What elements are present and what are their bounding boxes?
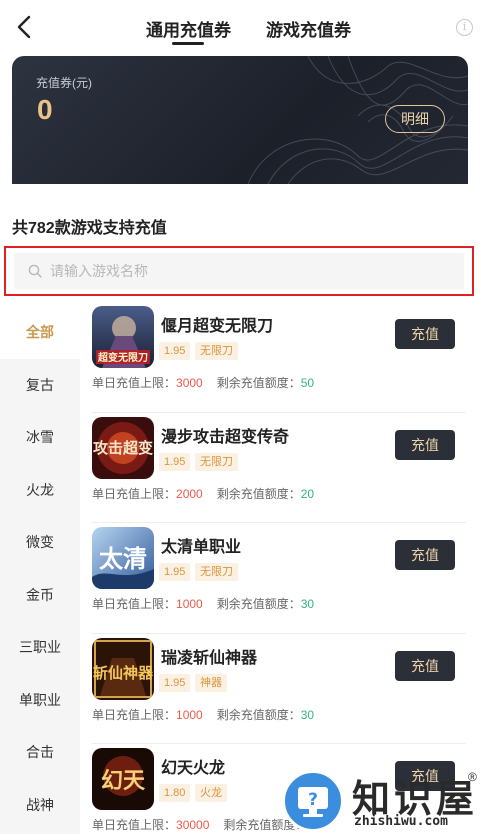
daily-limit-label: 单日充值上限： bbox=[92, 818, 177, 832]
search-input[interactable] bbox=[50, 253, 450, 289]
game-row[interactable]: 超变无限刀 偃月超变无限刀 1.95 无限刀 充值 单日充值上限：3000 剩余充… bbox=[92, 302, 466, 413]
discount-tag: 1.95 bbox=[159, 673, 191, 692]
keyword-tag: 神器 bbox=[195, 673, 227, 692]
remaining-value: 30 bbox=[300, 597, 315, 611]
games-count-title: 共782款游戏支持充值 bbox=[12, 220, 167, 237]
site-watermark: ? 知识屋 ® zhishiwu.com bbox=[282, 768, 480, 834]
charge-button[interactable]: 充值 bbox=[395, 429, 455, 460]
daily-limit-label: 单日充值上限： bbox=[92, 486, 177, 501]
game-icon-image[interactable]: 超变无限刀 bbox=[92, 306, 154, 368]
sidebar-item-all[interactable]: 全部 bbox=[0, 306, 80, 359]
voucher-balance-value: 0 bbox=[37, 94, 53, 125]
remaining-value: 20 bbox=[300, 486, 315, 501]
sidebar-item-micro-change[interactable]: 微变 bbox=[0, 516, 80, 569]
watermark-url: zhishiwu.com bbox=[354, 814, 448, 829]
remaining-label: 剩余充值额度： bbox=[216, 486, 301, 501]
top-bar: 通用充值券 游戏充值券 i bbox=[0, 0, 480, 54]
tab-game-voucher[interactable]: 游戏充值券 bbox=[266, 16, 351, 41]
sidebar-item-retro[interactable]: 复古 bbox=[0, 359, 80, 412]
registered-mark: ® bbox=[468, 770, 477, 784]
info-icon[interactable]: i bbox=[456, 19, 473, 36]
sidebar-item-three-class[interactable]: 三职业 bbox=[0, 621, 80, 674]
remaining-label: 剩余充值额度： bbox=[216, 597, 301, 611]
limit-info: 单日充值上限：1000 剩余充值额度：30 bbox=[92, 706, 314, 723]
game-name: 幻天火龙 bbox=[161, 760, 226, 777]
game-list: 超变无限刀 偃月超变无限刀 1.95 无限刀 充值 单日充值上限：3000 剩余充… bbox=[80, 302, 480, 834]
remaining-value: 50 bbox=[300, 376, 315, 390]
discount-tag: 1.80 bbox=[159, 784, 191, 802]
discount-tag: 1.95 bbox=[159, 452, 191, 471]
discount-tag: 1.95 bbox=[159, 342, 191, 360]
game-name: 瑞凌斩仙神器 bbox=[161, 649, 258, 667]
svg-text:超变无限刀: 超变无限刀 bbox=[97, 351, 148, 364]
keyword-tag: 火龙 bbox=[195, 784, 227, 802]
back-button[interactable] bbox=[14, 14, 36, 40]
svg-text:攻击超变: 攻击超变 bbox=[93, 439, 153, 457]
daily-limit-value: 30000 bbox=[176, 818, 210, 832]
detail-button[interactable]: 明细 bbox=[385, 105, 445, 133]
charge-button[interactable]: 充值 bbox=[395, 540, 455, 570]
chevron-left-icon bbox=[17, 15, 31, 39]
daily-limit-value: 2000 bbox=[176, 486, 203, 501]
daily-limit-label: 单日充值上限： bbox=[92, 597, 177, 611]
keyword-tag: 无限刀 bbox=[195, 452, 238, 471]
daily-limit-value: 1000 bbox=[176, 707, 203, 722]
sidebar-item-gold[interactable]: 金币 bbox=[0, 569, 80, 622]
game-icon-image[interactable]: 斩仙神器 bbox=[92, 637, 154, 700]
daily-limit-label: 单日充值上限： bbox=[92, 376, 177, 390]
svg-text:太清: 太清 bbox=[99, 544, 147, 573]
limit-info: 单日充值上限：30000 剩余充值额度： bbox=[92, 816, 307, 833]
svg-text:?: ? bbox=[308, 790, 318, 810]
game-name: 漫步攻击超变传奇 bbox=[161, 428, 290, 446]
search-highlight-box bbox=[4, 246, 474, 296]
tab-general-voucher[interactable]: 通用充值券 bbox=[146, 16, 231, 41]
sidebar-item-single-class[interactable]: 单职业 bbox=[0, 674, 80, 727]
search-bar[interactable] bbox=[14, 253, 464, 289]
game-row[interactable]: 攻击超变 漫步攻击超变传奇 1.95 无限刀 充值 单日充值上限：2000 剩余充… bbox=[92, 413, 466, 523]
game-icon-image[interactable]: 幻天 bbox=[92, 748, 154, 810]
limit-info: 单日充值上限：1000 剩余充值额度：30 bbox=[92, 595, 314, 612]
daily-limit-label: 单日充值上限： bbox=[92, 707, 177, 722]
keyword-tag: 无限刀 bbox=[195, 342, 238, 360]
limit-info: 单日充值上限：2000 剩余充值额度：20 bbox=[92, 485, 314, 502]
game-list-panel: 共782款游戏支持充值 全部 复古 冰雪 火龙 微变 金币 三职业 单职业 合击… bbox=[0, 184, 480, 834]
game-icon-image[interactable]: 攻击超变 bbox=[92, 416, 154, 479]
game-icon-image[interactable]: 太清 bbox=[92, 527, 154, 589]
charge-button[interactable]: 充值 bbox=[395, 319, 455, 349]
daily-limit-value: 3000 bbox=[176, 376, 203, 390]
game-row[interactable]: 太清 太清单职业 1.95 无限刀 充值 单日充值上限：1000 剩余充值额度：3… bbox=[92, 523, 466, 634]
discount-tag: 1.95 bbox=[159, 563, 191, 581]
sidebar-item-ice[interactable]: 冰雪 bbox=[0, 411, 80, 464]
voucher-balance-label: 充值券(元) bbox=[36, 76, 92, 90]
category-sidebar: 全部 复古 冰雪 火龙 微变 金币 三职业 单职业 合击 战神 bbox=[0, 306, 80, 834]
game-row[interactable]: 斩仙神器 瑞凌斩仙神器 1.95 神器 充值 单日充值上限：1000 剩余充值额度… bbox=[92, 634, 466, 744]
keyword-tag: 无限刀 bbox=[195, 563, 238, 581]
search-icon bbox=[28, 264, 42, 278]
svg-text:幻天: 幻天 bbox=[101, 768, 146, 794]
game-name: 偃月超变无限刀 bbox=[161, 318, 274, 335]
sidebar-item-war-god[interactable]: 战神 bbox=[0, 779, 80, 832]
game-name: 太清单职业 bbox=[161, 539, 242, 556]
sidebar-item-fire-dragon[interactable]: 火龙 bbox=[0, 464, 80, 517]
svg-text:斩仙神器: 斩仙神器 bbox=[93, 664, 154, 682]
sidebar-item-combo[interactable]: 合击 bbox=[0, 726, 80, 779]
charge-button[interactable]: 充值 bbox=[395, 650, 455, 681]
remaining-value: 30 bbox=[300, 707, 315, 722]
balance-card: 充值券(元) 0 明细 bbox=[12, 56, 468, 184]
daily-limit-value: 1000 bbox=[176, 597, 203, 611]
active-tab-indicator bbox=[172, 42, 204, 45]
remaining-label: 剩余充值额度： bbox=[216, 707, 301, 722]
limit-info: 单日充值上限：3000 剩余充值额度：50 bbox=[92, 374, 314, 391]
question-monitor-icon: ? bbox=[282, 770, 344, 832]
remaining-label: 剩余充值额度： bbox=[216, 376, 301, 390]
